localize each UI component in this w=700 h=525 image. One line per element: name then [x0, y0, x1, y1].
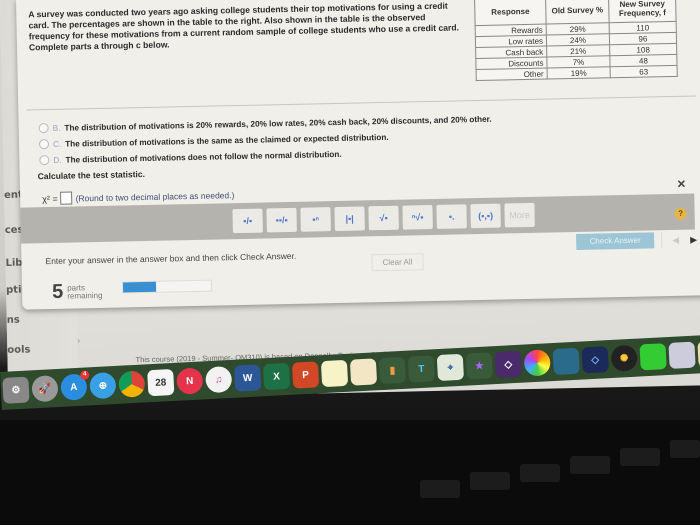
powerpoint-icon[interactable]: P — [291, 361, 320, 389]
imovie-icon[interactable]: ★ — [465, 352, 494, 380]
image-capture-icon[interactable] — [552, 347, 580, 376]
chi-square-equation: χ² = (Round to two decimal places as nee… — [42, 188, 234, 205]
parts-count: 5 — [51, 280, 64, 303]
header-new-survey: New Survey Frequency, f — [608, 0, 677, 23]
pages-icon[interactable] — [349, 358, 378, 386]
cell-old: 19% — [547, 66, 611, 80]
header-response: Response — [474, 0, 547, 26]
key — [670, 440, 700, 458]
key — [420, 480, 460, 498]
news-icon[interactable]: N — [176, 367, 204, 395]
check-answer-button[interactable]: Check Answer — [576, 232, 655, 250]
sidebar-item-ns[interactable]: ns — [7, 315, 20, 326]
absolute-value-button[interactable]: |▪| — [334, 206, 365, 232]
facetime-icon[interactable] — [639, 343, 667, 371]
question-prompt: A survey was conducted two years ago ask… — [28, 0, 460, 53]
fraction-button[interactable]: ▪/▪ — [232, 208, 263, 234]
nth-root-button[interactable]: ⁿ√▪ — [402, 204, 433, 230]
itunes-icon[interactable]: ♫ — [205, 365, 233, 394]
calc-label: Calculate the test statistic. — [37, 169, 146, 182]
exponent-button[interactable]: ▪ⁿ — [300, 207, 331, 232]
option-c[interactable]: C. The distribution of motivations is th… — [38, 132, 389, 150]
option-text: The distribution of motivations does not… — [65, 149, 342, 165]
parts-remaining: 5 parts remaining — [52, 280, 103, 304]
next-icon[interactable]: ▶ — [690, 234, 697, 245]
app-store-icon[interactable]: A4 — [60, 370, 90, 401]
progress-bar — [121, 279, 213, 294]
chi-label: χ² = — [42, 193, 58, 204]
chevron-right-icon[interactable]: › — [77, 335, 80, 345]
divider — [26, 95, 697, 111]
sidebar-item-tools[interactable]: ools — [7, 344, 30, 355]
keynote-icon[interactable]: T — [407, 355, 436, 383]
option-letter: B. — [52, 123, 61, 133]
numbers-icon[interactable]: ▮ — [378, 356, 407, 385]
question-nav: ◀ ▶ — [661, 231, 700, 249]
key — [520, 464, 560, 482]
laptop-keyboard — [0, 420, 700, 525]
launchpad-icon[interactable]: 🚀 — [31, 375, 59, 403]
ordered-pair-button[interactable]: (▪,▪) — [470, 203, 501, 229]
mixed-number-button[interactable]: ▪▪/▪ — [266, 207, 297, 233]
clear-all-button[interactable]: Clear All — [371, 253, 424, 272]
parts-label-2: remaining — [67, 290, 103, 301]
chrome-icon[interactable] — [118, 370, 146, 398]
calendar-icon[interactable]: 28 — [147, 368, 175, 397]
excel-icon[interactable]: X — [262, 362, 291, 391]
premiere-icon[interactable]: ◇ — [494, 350, 522, 379]
instruction-text: Enter your answer in the answer box and … — [45, 250, 297, 267]
key — [620, 448, 660, 466]
parts-label: parts remaining — [67, 283, 102, 300]
preview-icon[interactable] — [668, 341, 696, 369]
cell-new: 63 — [610, 65, 678, 78]
progress-fill — [122, 281, 157, 293]
radio-d[interactable] — [39, 155, 50, 166]
radio-c[interactable] — [38, 139, 50, 150]
decimal-button[interactable]: ▪. — [436, 204, 467, 229]
header-old-survey: Old Survey % — [545, 0, 610, 25]
option-text: The distribution of motivations is the s… — [65, 132, 389, 149]
previous-icon[interactable]: ◀ — [672, 235, 679, 246]
help-icon[interactable]: ? — [674, 207, 687, 220]
option-letter: C. — [52, 139, 62, 149]
question-panel: A survey was conducted two years ago ask… — [15, 0, 700, 310]
notes-icon[interactable] — [320, 359, 349, 388]
photoshop-elements-icon[interactable]: ◇ — [581, 346, 609, 374]
app-store-badge: 4 — [80, 370, 90, 380]
option-d[interactable]: D. The distribution of motivations does … — [39, 149, 342, 166]
maps-icon[interactable]: ⌖ — [436, 353, 465, 382]
safari-icon[interactable]: ⊕ — [89, 371, 117, 400]
more-button[interactable]: More — [504, 202, 535, 228]
key — [470, 472, 510, 490]
option-b[interactable]: B. The distribution of motivations is 20… — [38, 114, 492, 134]
system-preferences-icon[interactable]: ⚙ — [2, 376, 30, 404]
radio-b[interactable] — [38, 123, 49, 134]
survey-table: Response Old Survey % New Survey Frequen… — [474, 0, 678, 82]
photos-icon[interactable] — [523, 349, 551, 377]
word-icon[interactable]: W — [233, 364, 262, 392]
close-icon[interactable]: ✕ — [677, 178, 686, 191]
key — [570, 456, 610, 474]
app-icon-sunburst[interactable]: ✺ — [610, 344, 638, 372]
chi-square-answer-input[interactable] — [60, 191, 73, 205]
round-hint: (Round to two decimal places as needed.) — [75, 189, 235, 203]
option-text: The distribution of motivations is 20% r… — [64, 114, 492, 133]
cell-response: Other — [476, 68, 548, 81]
sqrt-button[interactable]: √▪ — [368, 205, 399, 231]
option-letter: D. — [53, 155, 62, 165]
